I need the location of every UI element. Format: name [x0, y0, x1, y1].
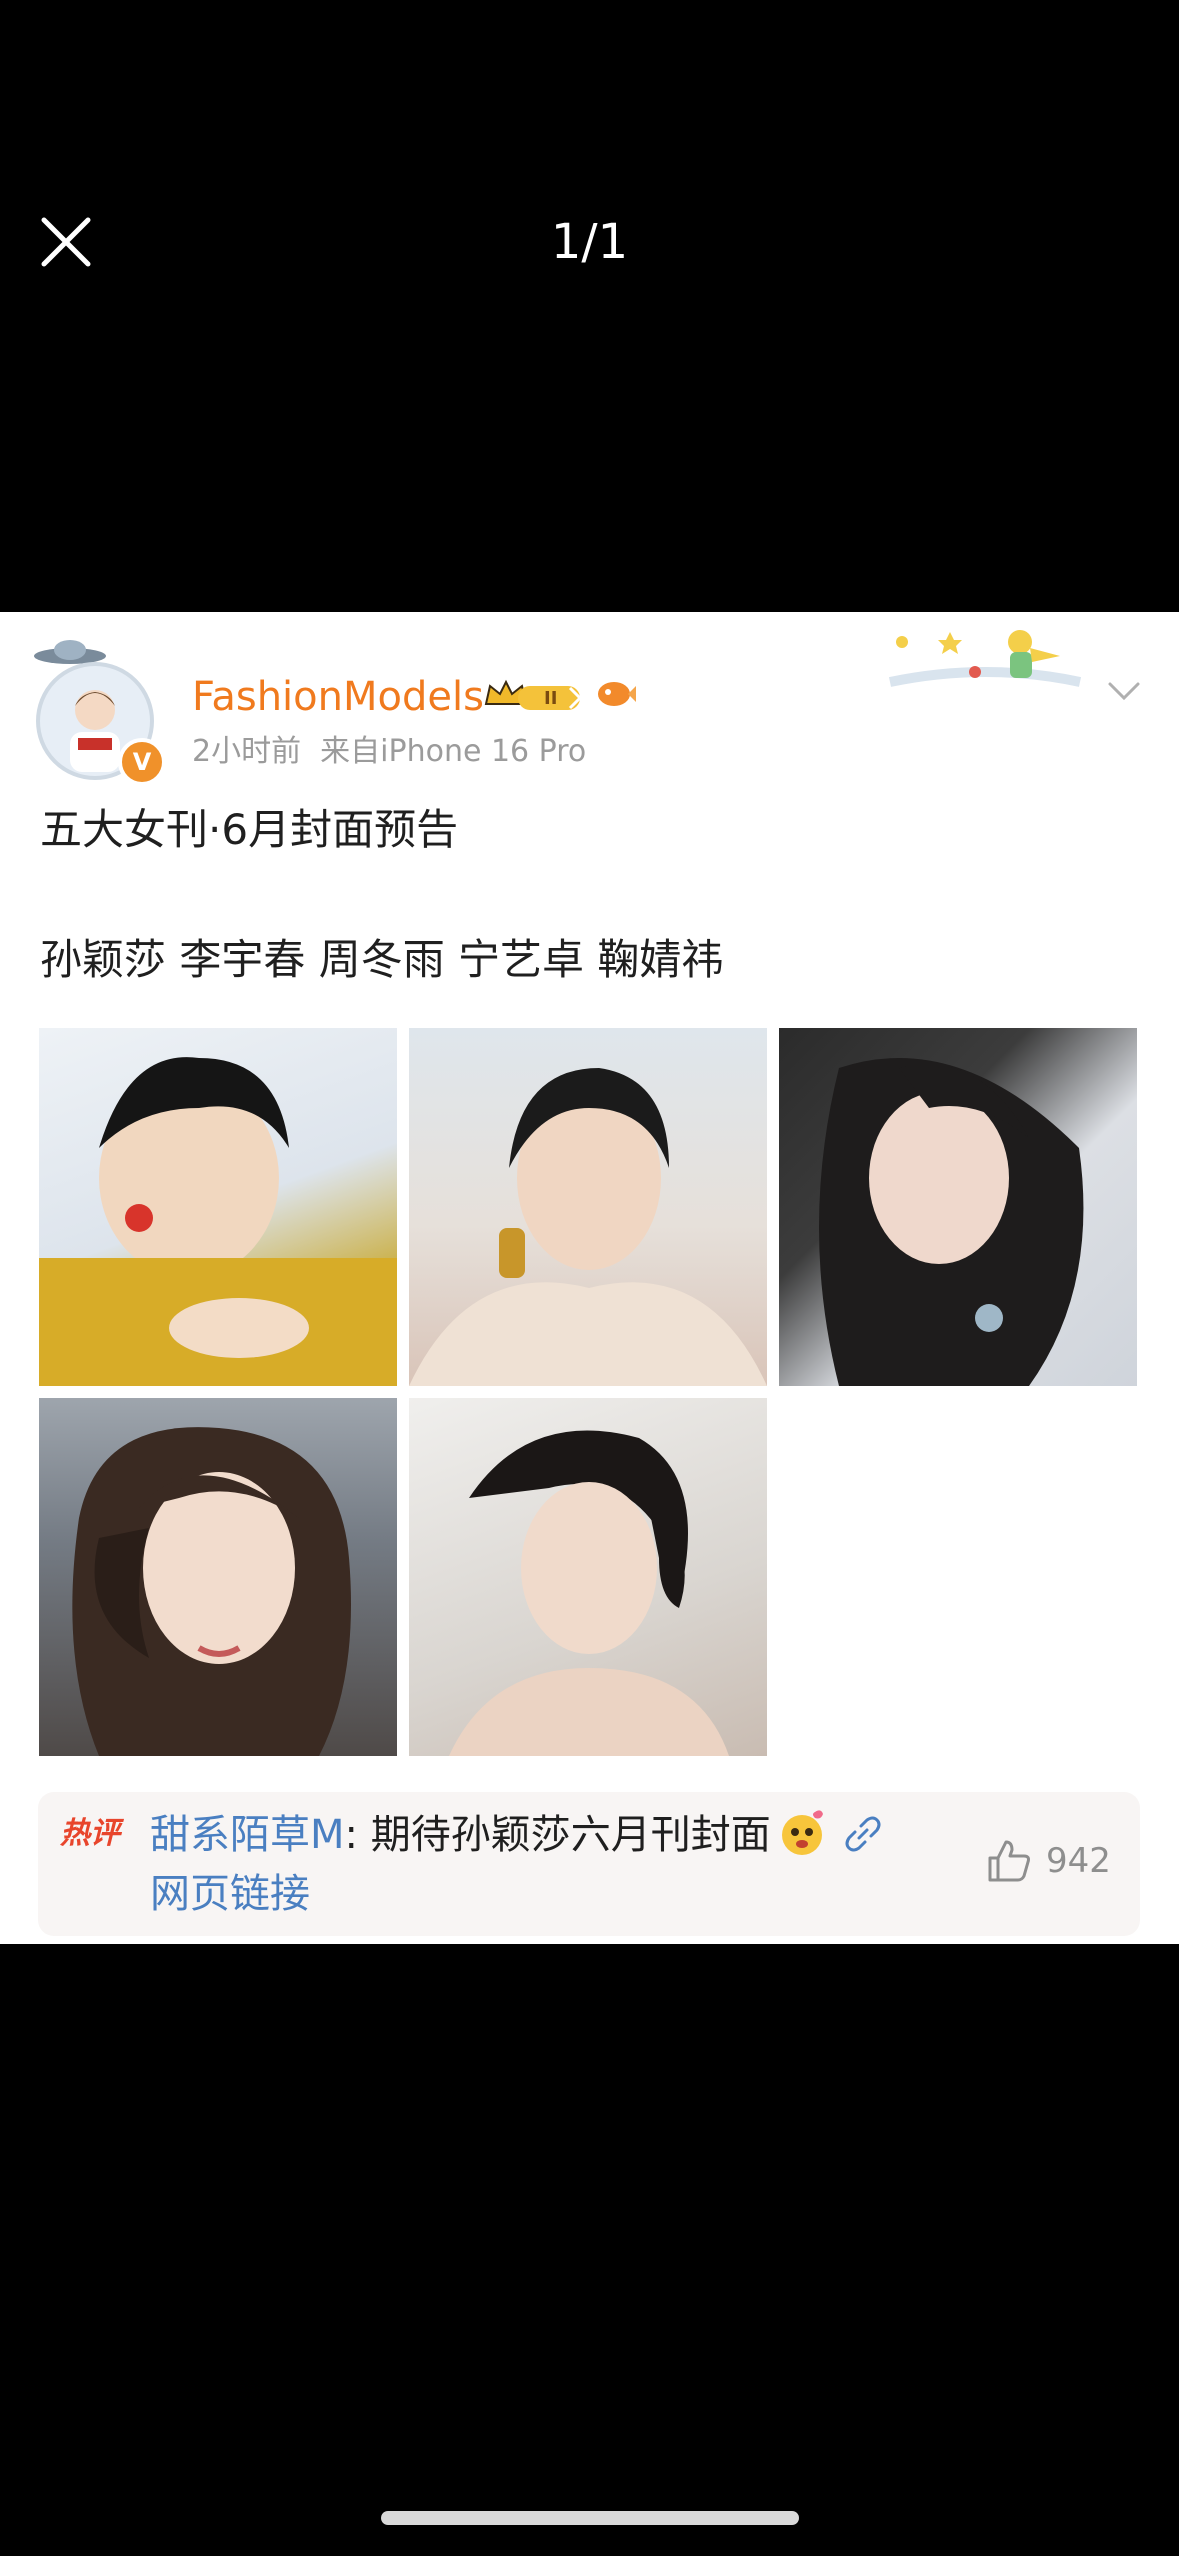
svg-text:II: II: [544, 688, 557, 709]
post-text-title: 五大女刊·6月封面预告: [40, 805, 459, 854]
chevron-down-icon[interactable]: [1104, 670, 1144, 710]
post-source: 来自iPhone 16 Pro: [320, 734, 587, 769]
comment-text: : 期待孙颖莎六月刊封面: [344, 1812, 771, 1858]
page-counter: 1/1: [550, 214, 629, 270]
portrait-image-icon: [449, 1430, 729, 1756]
portrait-image-icon: [72, 1427, 352, 1756]
post-time: 2小时前: [192, 734, 302, 769]
home-indicator[interactable]: [381, 2511, 799, 2525]
post-photo-4[interactable]: [39, 1398, 397, 1756]
post-photo-5[interactable]: [409, 1398, 767, 1756]
portrait-image-icon: [39, 1057, 397, 1386]
portrait-image-icon: [409, 1068, 767, 1386]
hot-comment[interactable]: 热评 甜系陌草M: 期待孙颖莎六月刊封面 网页链接 942: [38, 1792, 1140, 1936]
excited-emoji-icon: [781, 1810, 823, 1855]
viewer-top-bar: 1/1: [0, 0, 1179, 610]
comment-web-link[interactable]: 网页链接: [150, 1868, 310, 1920]
post-photo-3[interactable]: [779, 1028, 1137, 1386]
author-name[interactable]: FashionModels: [192, 672, 484, 722]
post-card[interactable]: V FashionModels II 2小时前 来自iPhone 16 Pro …: [0, 612, 1179, 1944]
crown-level-badge-icon: II: [484, 679, 583, 710]
verified-badge: V: [118, 738, 166, 786]
link-icon[interactable]: [843, 1814, 883, 1854]
thumbs-up-icon[interactable]: [986, 1838, 1032, 1884]
little-prince-decoration-icon: [888, 630, 1082, 687]
post-photo-2[interactable]: [409, 1028, 767, 1386]
post-photo-1[interactable]: [39, 1028, 397, 1386]
comment-author[interactable]: 甜系陌草M: [150, 1812, 345, 1858]
hot-comment-line: 甜系陌草M: 期待孙颖莎六月刊封面: [150, 1808, 883, 1861]
portrait-image-icon: [819, 1058, 1084, 1386]
hot-comment-tag: 热评: [60, 1816, 120, 1851]
post-text-names: 孙颖莎 李宇春 周冬雨 宁艺卓 鞠婧祎: [40, 935, 724, 984]
like-count: 942: [1046, 1841, 1111, 1881]
fish-badge-icon: [598, 682, 636, 706]
post-meta: 2小时前 来自iPhone 16 Pro: [192, 732, 586, 772]
